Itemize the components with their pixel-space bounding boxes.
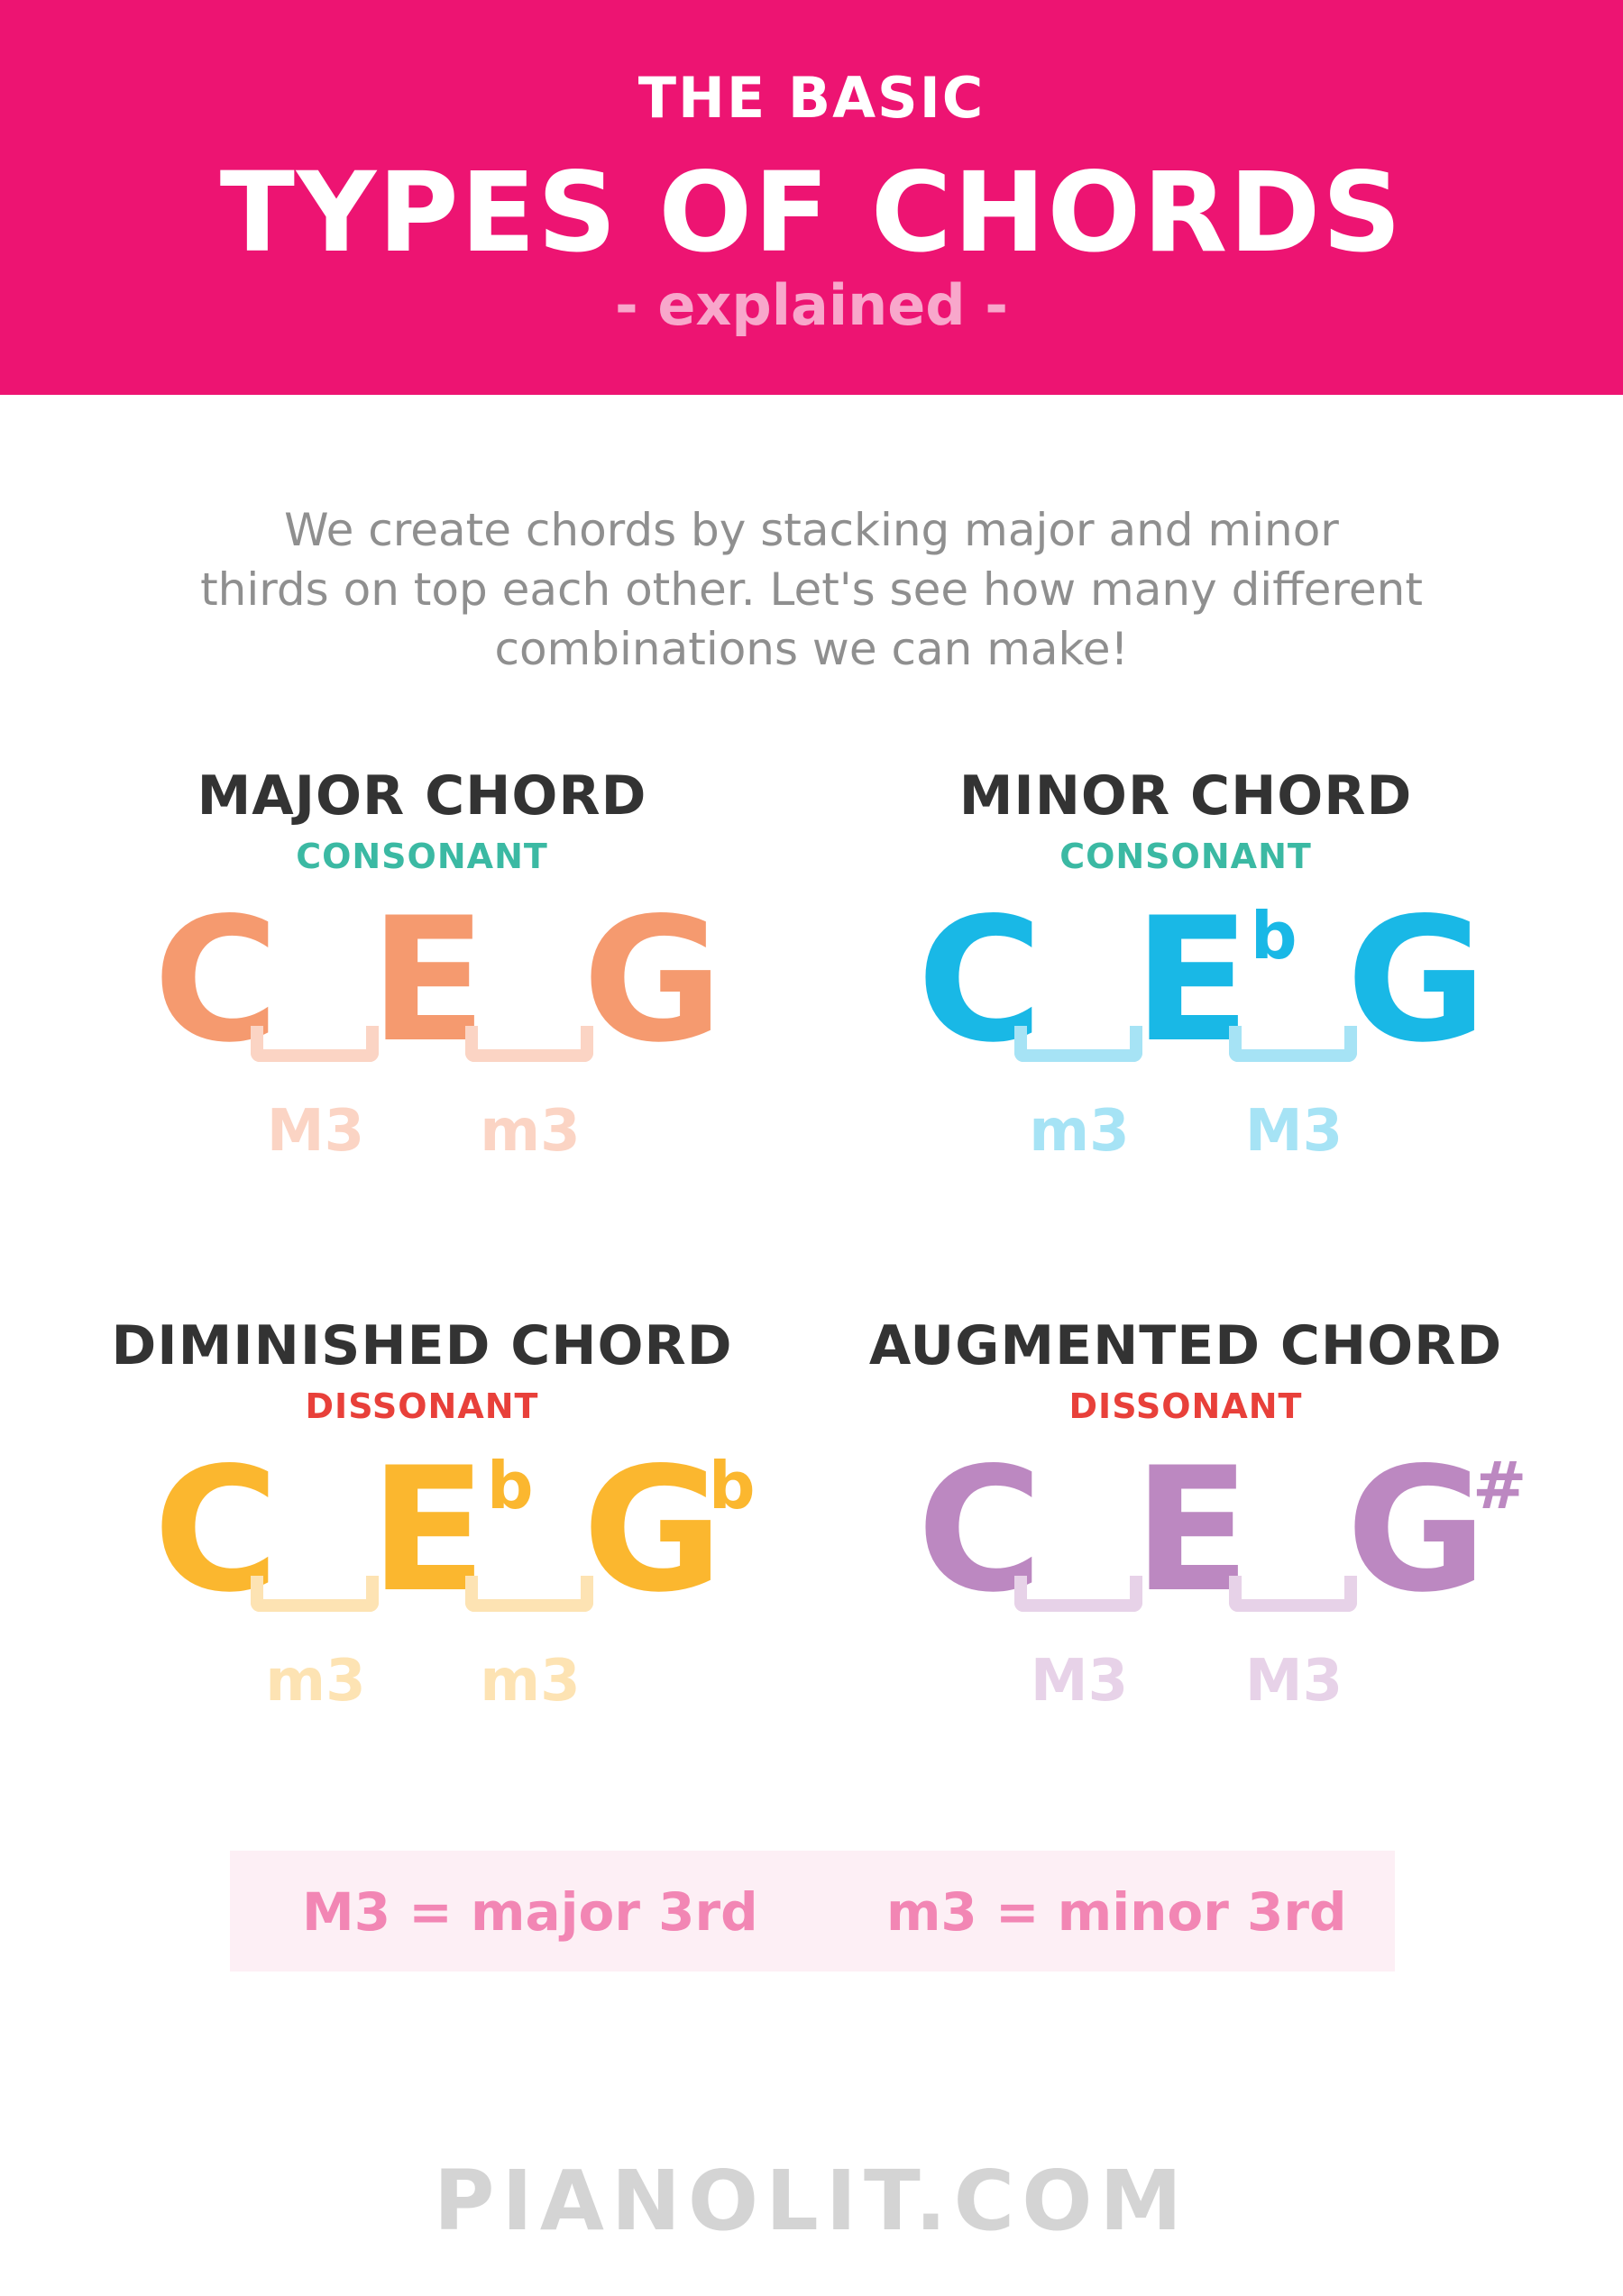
chord-card-minor: MINOR CHORD CONSONANT C E b G m3 M3: [780, 764, 1591, 1269]
chord-quality: CONSONANT: [1059, 837, 1312, 876]
legend-minor-third: m3 = minor 3rd: [886, 1881, 1347, 1943]
intro-line: combinations we can make!: [494, 623, 1129, 675]
chord-name: AUGMENTED CHORD: [868, 1314, 1503, 1377]
chord-name: MAJOR CHORD: [197, 764, 647, 828]
chord-note-fifth: G: [1346, 1431, 1487, 1630]
interval-bracket-upper: [1229, 1026, 1357, 1062]
chord-card-diminished: DIMINISHED CHORD DISSONANT C E b G b m3 …: [16, 1314, 828, 1819]
interval-bracket-lower: [251, 1576, 379, 1612]
interval-label-lower: m3: [265, 1648, 366, 1715]
interval-bracket-lower: [251, 1026, 379, 1062]
chord-note-fifth: G: [582, 1431, 723, 1630]
interval-bracket-lower: [1014, 1576, 1142, 1612]
interval-label-upper: M3: [1244, 1648, 1343, 1715]
interval-bracket-upper: [465, 1026, 593, 1062]
interval-label-upper: m3: [480, 1648, 581, 1715]
chord-accidental-third: b: [1251, 898, 1297, 974]
interval-bracket-upper: [1229, 1576, 1357, 1612]
interval-label-upper: m3: [480, 1098, 581, 1165]
chord-name: DIMINISHED CHORD: [111, 1314, 733, 1377]
intro-line: thirds on top each other. Let's see how …: [200, 563, 1423, 616]
chord-accidental-third: b: [487, 1448, 534, 1523]
interval-bracket-lower: [1014, 1026, 1142, 1062]
chord-quality: DISSONANT: [1068, 1386, 1303, 1426]
chord-name: MINOR CHORD: [958, 764, 1413, 828]
intro-text: We create chords by stacking major and m…: [180, 500, 1443, 679]
interval-label-lower: M3: [266, 1098, 365, 1165]
chord-note-fifth: G: [1346, 881, 1487, 1080]
legend-major-third: M3 = major 3rd: [302, 1881, 758, 1943]
header-banner: THE BASIC TYPES OF CHORDS - explained -: [0, 0, 1623, 395]
chord-note-fifth: G: [582, 881, 723, 1080]
chord-accidental-fifth: #: [1472, 1448, 1527, 1523]
intro-line: We create chords by stacking major and m…: [284, 504, 1339, 556]
chord-card-major: MAJOR CHORD CONSONANT C E G M3 m3: [16, 764, 828, 1269]
interval-label-upper: M3: [1244, 1098, 1343, 1165]
chord-quality: CONSONANT: [296, 837, 548, 876]
site-logo: PIANOLIT.COM: [434, 2153, 1189, 2249]
page-title: TYPES OF CHORDS: [219, 149, 1404, 277]
interval-label-lower: M3: [1030, 1648, 1129, 1715]
header-subtitle: - explained -: [615, 272, 1008, 338]
interval-label-lower: m3: [1029, 1098, 1130, 1165]
chord-accidental-fifth: b: [709, 1448, 756, 1523]
header-pretitle: THE BASIC: [637, 65, 986, 131]
interval-bracket-upper: [465, 1576, 593, 1612]
interval-legend: M3 = major 3rd m3 = minor 3rd: [230, 1851, 1395, 1971]
chord-card-augmented: AUGMENTED CHORD DISSONANT C E G # M3 M3: [780, 1314, 1591, 1819]
chord-quality: DISSONANT: [305, 1386, 539, 1426]
